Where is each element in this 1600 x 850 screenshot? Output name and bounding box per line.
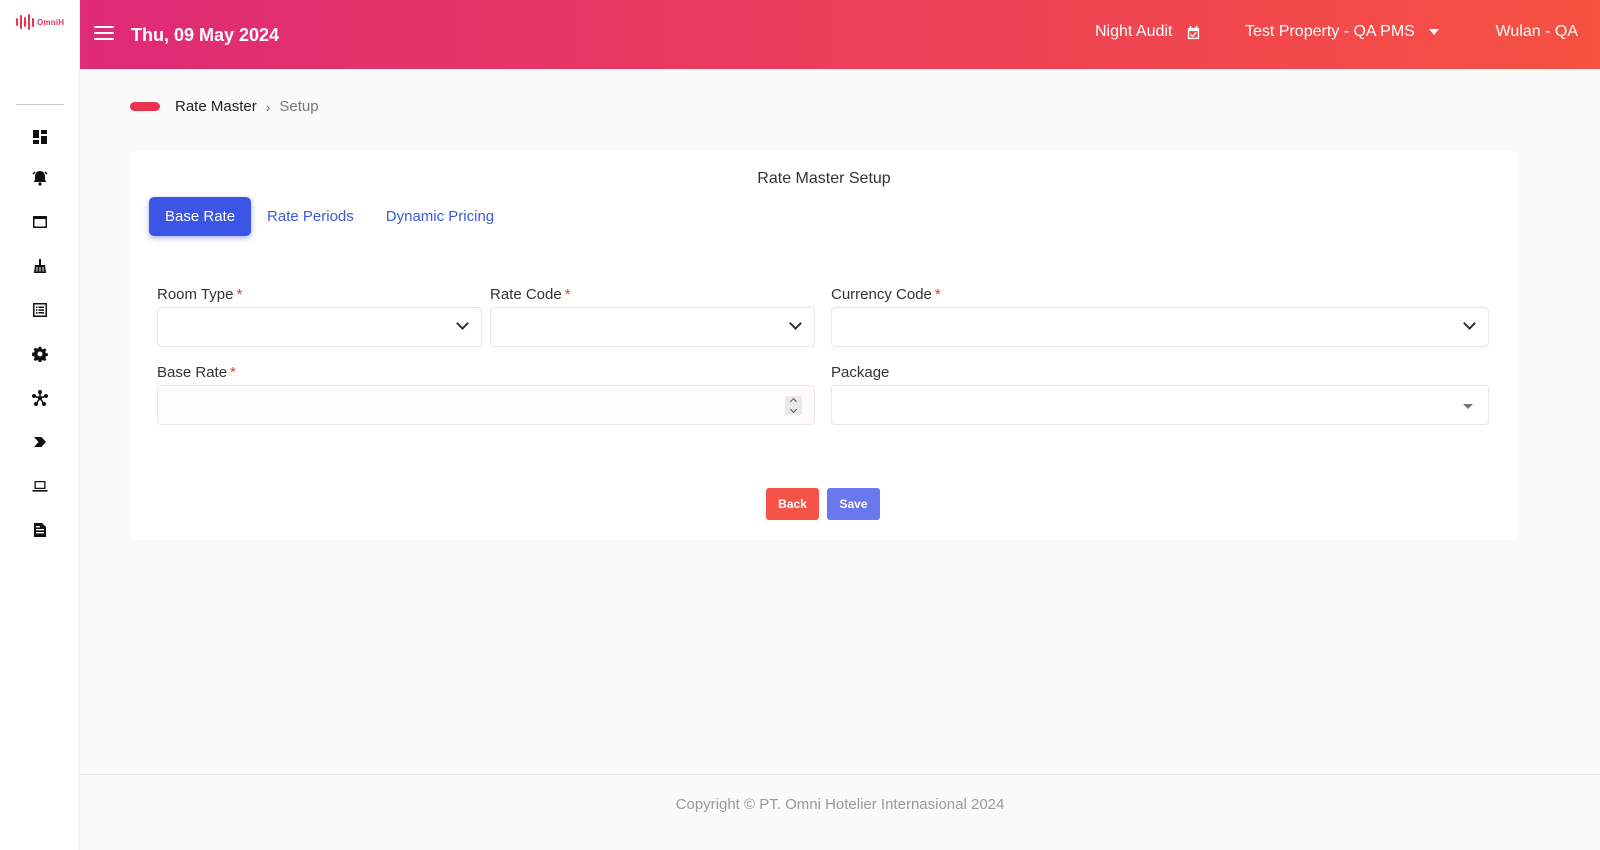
caret-down-icon [1428, 29, 1439, 35]
rate-code-label: Rate Code * [490, 286, 571, 303]
chevron-tag-icon[interactable] [30, 432, 50, 452]
logo-text: OmniH [37, 17, 65, 27]
required-mark: * [236, 286, 243, 303]
chevron-down-icon [1463, 317, 1476, 330]
footer: Copyright © PT. Omni Hotelier Internasio… [80, 774, 1600, 850]
room-type-label-text: Room Type [157, 286, 234, 303]
tab-dynamic-pricing[interactable]: Dynamic Pricing [370, 197, 510, 236]
save-button[interactable]: Save [827, 488, 880, 520]
required-mark: * [230, 364, 236, 381]
laptop-icon[interactable] [30, 476, 50, 496]
package-label: Package [831, 364, 890, 381]
broom-icon[interactable] [30, 256, 50, 276]
list-icon[interactable] [30, 300, 50, 320]
tab-base-rate[interactable]: Base Rate [149, 197, 252, 236]
chevron-down-icon [456, 317, 469, 330]
tab-bar: Base Rate Rate Periods Dynamic Pricing [149, 197, 510, 236]
logo-mark-icon [16, 14, 34, 30]
sidebar-divider [16, 104, 64, 105]
breadcrumb-separator-icon: › [265, 98, 271, 115]
required-mark: * [934, 286, 941, 303]
breadcrumb-pill-icon [130, 102, 160, 111]
window-icon[interactable] [30, 212, 50, 232]
back-button[interactable]: Back [766, 488, 819, 520]
currency-code-select[interactable] [831, 307, 1489, 347]
breadcrumb: Rate Master › Setup [130, 98, 319, 115]
tab-rate-periods[interactable]: Rate Periods [251, 197, 370, 236]
user-menu[interactable]: Wulan - QA [1496, 23, 1578, 41]
rate-code-label-text: Rate Code [490, 286, 562, 303]
top-header: Thu, 09 May 2024 Night Audit Test Proper… [80, 0, 1600, 69]
network-icon[interactable] [30, 388, 50, 408]
room-type-label: Room Type * [157, 286, 242, 303]
required-mark: * [564, 286, 571, 303]
card-title: Rate Master Setup [757, 170, 891, 187]
rate-code-select[interactable] [490, 307, 815, 347]
rate-master-card: Rate Master Setup Base Rate Rate Periods… [130, 151, 1518, 540]
bell-icon[interactable] [30, 168, 50, 188]
header-date: Thu, 09 May 2024 [131, 25, 280, 45]
night-audit-label: Night Audit [1095, 23, 1173, 40]
base-rate-label-text: Base Rate [157, 364, 228, 381]
hamburger-menu-icon[interactable] [94, 26, 114, 42]
base-rate-label: Base Rate * [157, 364, 236, 381]
property-name: Test Property - QA PMS [1245, 23, 1415, 40]
night-audit-button[interactable]: Night Audit [1095, 23, 1201, 41]
document-icon[interactable] [30, 520, 50, 540]
currency-code-label: Currency Code * [831, 286, 941, 303]
sidebar: OmniH [0, 0, 80, 850]
property-selector[interactable]: Test Property - QA PMS [1245, 23, 1439, 41]
number-stepper-icon[interactable] [785, 396, 802, 415]
copyright-text: Copyright © PT. Omni Hotelier Internasio… [675, 796, 1005, 813]
calendar-check-icon [1188, 25, 1200, 39]
room-type-select[interactable] [157, 307, 482, 347]
dashboard-icon[interactable] [30, 127, 50, 147]
breadcrumb-rate-master[interactable]: Rate Master [175, 98, 257, 115]
chevron-down-icon [789, 317, 802, 330]
gear-icon[interactable] [30, 344, 50, 364]
breadcrumb-setup: Setup [279, 98, 319, 115]
currency-code-label-text: Currency Code [831, 286, 932, 303]
caret-down-icon [1463, 404, 1473, 409]
base-rate-input[interactable] [157, 385, 815, 425]
package-select[interactable] [831, 385, 1489, 425]
brand-logo[interactable]: OmniH [16, 14, 64, 30]
